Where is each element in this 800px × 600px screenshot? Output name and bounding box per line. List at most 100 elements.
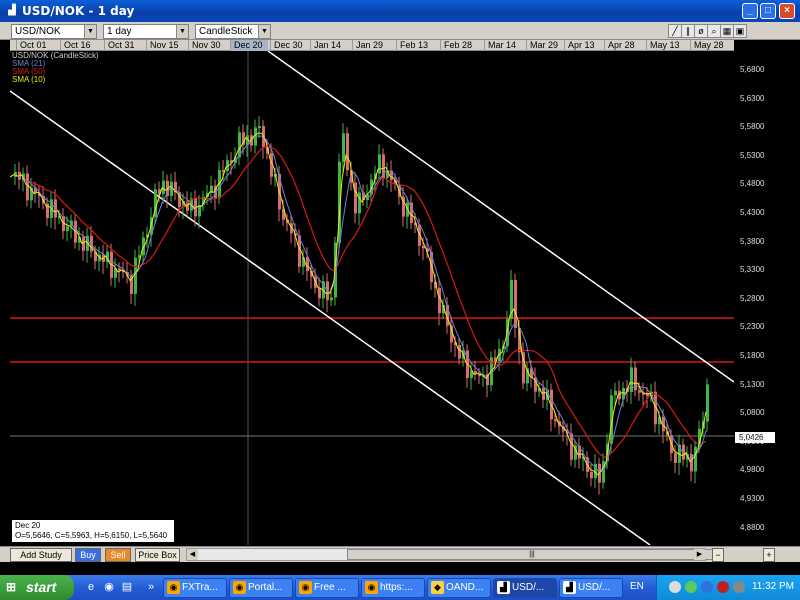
draw-line-icon[interactable]: ╱ [668,24,682,38]
scrollbar-thumb[interactable]: ||| [347,549,717,560]
candle-body [378,154,381,174]
candle-body [706,384,709,422]
draw-parallel-icon[interactable]: ∥ [681,24,695,38]
candle-body [590,471,593,479]
tray-icon[interactable] [701,581,713,593]
horizontal-scrollbar[interactable]: ◀ ||| ▶ [186,548,717,561]
price-label: 5,4800 [740,179,765,189]
date-label: Oct 01 [16,40,47,51]
system-tray: 11:32 PM [656,575,800,600]
candle-body [438,287,441,314]
chart-canvas [10,51,734,545]
sell-button[interactable]: Sell [105,548,131,562]
taskbar-item[interactable]: ◉ FXTra... [163,578,227,598]
desktop-icon[interactable]: ▤ [120,580,134,594]
price-label: 5,1800 [740,351,765,360]
date-label-highlighted: Dec 20 [230,40,268,51]
price-label: 5,6800 [740,65,765,74]
ie-icon[interactable]: e [84,580,98,594]
close-button[interactable]: × [779,3,795,19]
price-chart[interactable] [10,51,734,545]
tray-icon[interactable] [733,581,745,593]
candle-body [66,226,69,232]
candle-body [554,419,557,422]
candle-body [638,390,641,393]
bottom-bar: Add Study Buy Sell Price Box ◀ ||| ▶ − + [0,546,800,562]
ohlc-infobox: Dec 20 O=5,5646, C=5,5963, H=5,6150, L=5… [11,519,175,543]
buy-button[interactable]: Buy [75,548,101,562]
sma10-line [10,132,707,476]
trendline-upper [267,51,734,383]
date-label: May 28 [690,40,724,51]
price-box-button[interactable]: Price Box [135,548,180,562]
price-label: 5,4300 [740,208,765,217]
task-label: Portal... [248,582,283,593]
expand-arrow-icon[interactable]: » [144,580,158,594]
taskbar-item[interactable]: ◆ OAND... [427,578,491,598]
candle-body [354,182,357,214]
price-label: 5,6300 [740,93,765,103]
infobox-ohlc: O=5,5646, C=5,5963, H=5,6150, L=5,5640 [15,531,168,540]
chart-legend: USD/NOK (CandleStick) SMA (21) SMA (50) … [12,52,99,84]
scroll-right-icon[interactable]: ▶ [694,549,705,560]
date-label: Oct 31 [104,40,135,51]
candle-body [542,388,545,400]
fibonacci-icon[interactable]: ø [694,24,708,38]
tray-icon[interactable] [669,581,681,593]
candle-body [630,367,633,393]
price-label: 5,0300 [740,436,765,446]
date-axis: Oct 01 Oct 16 Oct 31 Nov 15 Nov 30 Dec 2… [10,40,734,51]
settings-icon[interactable]: ▣ [733,24,747,38]
taskbar-item[interactable]: ◉ Portal... [229,578,293,598]
date-label: Nov 30 [188,40,221,51]
chart-style-select[interactable]: CandleStick ▼ [195,24,271,39]
app-icon: ◆ [431,581,444,594]
price-label: 5,1300 [740,379,765,389]
interval-select[interactable]: 1 day ▼ [103,24,189,39]
add-study-button[interactable]: Add Study [10,548,72,562]
start-button[interactable]: ⊞ start [0,575,74,600]
tray-icon[interactable] [717,581,729,593]
app-icon: ▟ [8,5,16,16]
candle-body [342,133,345,162]
scroll-left-icon[interactable]: ◀ [187,549,198,560]
task-label: USD/... [578,582,611,593]
tray-icon[interactable] [685,581,697,593]
minimize-button[interactable]: _ [742,3,758,19]
firefox-icon: ◉ [365,581,378,594]
date-label: Nov 15 [146,40,179,51]
price-label: 5,5300 [740,150,765,160]
task-label: FXTra... [182,582,218,593]
maximize-button[interactable]: □ [760,3,776,19]
candle-body [674,453,677,463]
candle-body [26,173,29,201]
taskbar-item[interactable]: ◉ Free ... [295,578,359,598]
chart-toolbar: USD/NOK ▼ 1 day ▼ CandleStick ▼ ╱ ∥ ø ⌕ … [0,22,800,40]
price-label: 5,0800 [740,408,765,418]
zoom-out-icon[interactable]: − [712,548,724,562]
price-label: 4,8800 [740,522,765,532]
taskbar-item[interactable]: ▟ USD/... [559,578,623,598]
candle-body [614,390,617,396]
taskbar-item[interactable]: ◉ https:... [361,578,425,598]
language-indicator[interactable]: EN [630,581,644,592]
firefox-icon[interactable]: ◉ [102,580,116,594]
date-label: Apr 28 [604,40,635,51]
price-label: 4,9800 [740,465,765,475]
legend-sma10: SMA (10) [12,75,46,84]
symbol-select[interactable]: USD/NOK ▼ [11,24,97,39]
task-label: https:... [380,582,413,593]
candle-body [318,287,321,299]
chart-icon: ▟ [563,581,576,594]
zoom-in-icon[interactable]: + [763,548,775,562]
grid-icon[interactable]: ▦ [720,24,734,38]
candle-body [346,133,349,171]
clock: 11:32 PM [751,581,794,592]
start-label: start [26,579,57,595]
firefox-icon: ◉ [299,581,312,594]
chevron-down-icon: ▼ [258,25,270,38]
candle-body [458,345,461,359]
taskbar-item-active[interactable]: ▟ USD/... [493,578,557,598]
chart-icon: ▟ [497,581,510,594]
zoom-icon[interactable]: ⌕ [707,24,721,38]
